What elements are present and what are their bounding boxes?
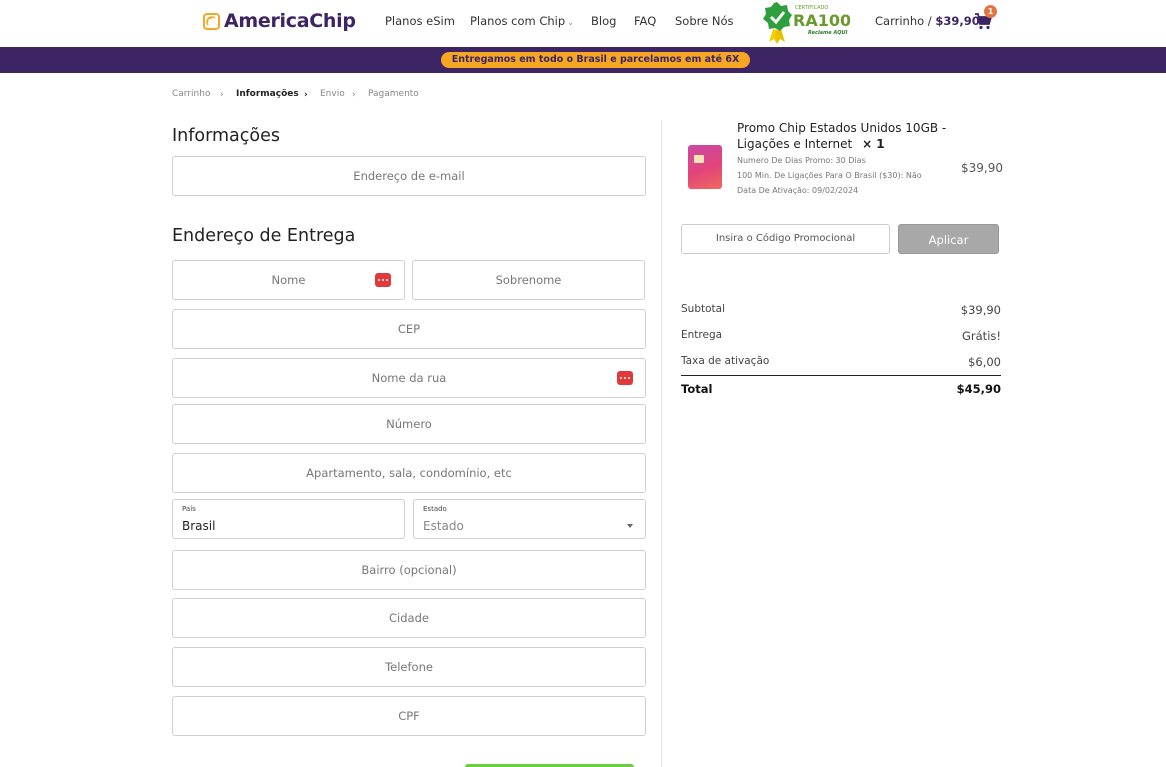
promo-code-placeholder: Insira o Código Promocional: [715, 233, 856, 244]
nav-faq[interactable]: FAQ: [634, 14, 656, 28]
country-value: Brasil: [182, 519, 216, 533]
first-name-field[interactable]: Nome: [172, 260, 405, 300]
summary-divider: [681, 375, 1001, 376]
logo-text: AmericaChip: [224, 10, 356, 32]
city-field[interactable]: Cidade: [172, 598, 646, 638]
product-quantity: × 1: [862, 137, 885, 151]
breadcrumb-pagamento: Pagamento: [368, 89, 419, 99]
autofill-dots-icon[interactable]: [617, 371, 633, 385]
state-select[interactable]: Estado Estado: [413, 499, 646, 539]
product-image: [688, 145, 722, 189]
product-meta-minutes: 100 Min. De Ligações Para O Brasil ($30)…: [737, 171, 922, 180]
promo-bar: Entregamos em todo o Brasil e parcelamos…: [0, 47, 1166, 73]
shipping-value: Grátis!: [962, 329, 1001, 343]
cart-count-badge: 1: [984, 5, 997, 18]
apartment-placeholder: Apartamento, sala, condomínio, etc: [306, 466, 512, 480]
total-value: $45,90: [956, 382, 1001, 396]
endereco-title: Endereço de Entrega: [172, 226, 356, 246]
breadcrumb-carrinho[interactable]: Carrinho: [172, 89, 210, 99]
breadcrumb-informacoes: Informações: [236, 89, 299, 99]
total-row: Total $45,90: [681, 382, 1001, 396]
product-meta-activation: Data De Ativação: 09/02/2024: [737, 186, 859, 195]
column-divider: [661, 120, 662, 767]
cpf-field[interactable]: CPF: [172, 696, 646, 736]
fee-value: $6,00: [968, 355, 1001, 369]
breadcrumb-envio: Envio: [320, 89, 345, 99]
country-select[interactable]: País Brasil: [172, 499, 405, 539]
chip-logo-icon: [203, 12, 220, 30]
ra-badge-bottom: Reclame AQUI: [808, 30, 848, 36]
promo-pill: Entregamos em todo o Brasil e parcelamos…: [441, 52, 750, 68]
last-name-placeholder: Sobrenome: [495, 273, 562, 287]
apply-button[interactable]: Aplicar: [898, 224, 999, 254]
nav-sobre-nos[interactable]: Sobre Nós: [675, 14, 733, 28]
cart-label: Carrinho /: [875, 14, 932, 28]
phone-placeholder: Telefone: [385, 660, 433, 674]
street-field[interactable]: Nome da rua: [172, 358, 646, 398]
phone-field[interactable]: Telefone: [172, 647, 646, 687]
chevron-down-icon: ⌄: [567, 18, 574, 27]
chevron-right-icon: ›: [220, 90, 224, 100]
nav-blog[interactable]: Blog: [591, 14, 616, 28]
shipping-label: Entrega: [681, 329, 723, 341]
shipping-row: Entrega Grátis!: [681, 329, 1001, 343]
state-value: Estado: [423, 519, 464, 533]
last-name-field[interactable]: Sobrenome: [412, 260, 645, 300]
number-field[interactable]: Número: [172, 404, 646, 444]
first-name-placeholder: Nome: [271, 273, 306, 287]
email-placeholder: Endereço de e-mail: [353, 169, 465, 183]
cart-link[interactable]: Carrinho / $39,90: [875, 14, 980, 28]
promo-code-input[interactable]: Insira o Código Promocional: [681, 224, 890, 254]
number-placeholder: Número: [386, 417, 432, 431]
email-field[interactable]: Endereço de e-mail: [172, 156, 646, 196]
total-label: Total: [681, 382, 713, 396]
ra1000-badge: CERTIFICADO RA1000 Reclame AQUI: [763, 2, 850, 44]
fee-row: Taxa de ativação $6,00: [681, 355, 1001, 369]
cpf-placeholder: CPF: [398, 709, 420, 723]
country-label: País: [182, 505, 196, 513]
chevron-right-icon: ›: [304, 90, 308, 100]
product-price: $39,90: [961, 161, 1003, 175]
state-label: Estado: [423, 505, 447, 513]
fee-label: Taxa de ativação: [681, 355, 770, 367]
product-meta-days: Numero De Dias Promo: 30 Dias: [737, 156, 866, 165]
product-title-text: Promo Chip Estados Unidos 10GB - Ligaçõe…: [737, 121, 947, 151]
city-placeholder: Cidade: [389, 611, 429, 625]
site-header: AmericaChip Planos eSim Planos com Chip ⌄…: [0, 0, 1166, 47]
street-placeholder: Nome da rua: [371, 371, 447, 385]
logo[interactable]: AmericaChip: [203, 10, 356, 32]
autofill-dots-icon[interactable]: [375, 273, 391, 287]
apartment-field[interactable]: Apartamento, sala, condomínio, etc: [172, 453, 646, 493]
neighborhood-placeholder: Bairro (opcional): [361, 563, 457, 577]
sim-chip-icon: [694, 155, 704, 163]
nav-planos-chip[interactable]: Planos com Chip ⌄: [470, 14, 574, 28]
product-title: Promo Chip Estados Unidos 10GB - Ligaçõe…: [737, 120, 957, 152]
cep-placeholder: CEP: [397, 322, 421, 336]
caret-down-icon: [627, 524, 633, 528]
subtotal-value: $39,90: [960, 303, 1001, 317]
nav-planos-chip-label: Planos com Chip: [470, 14, 566, 28]
nav-planos-esim[interactable]: Planos eSim: [385, 14, 455, 28]
subtotal-row: Subtotal $39,90: [681, 303, 1001, 317]
ra-badge-main: RA1000: [793, 11, 850, 30]
cep-field[interactable]: CEP: [172, 309, 646, 349]
subtotal-label: Subtotal: [681, 303, 725, 315]
neighborhood-field[interactable]: Bairro (opcional): [172, 550, 646, 590]
informacoes-title: Informações: [172, 126, 280, 146]
chevron-right-icon: ›: [352, 90, 356, 100]
